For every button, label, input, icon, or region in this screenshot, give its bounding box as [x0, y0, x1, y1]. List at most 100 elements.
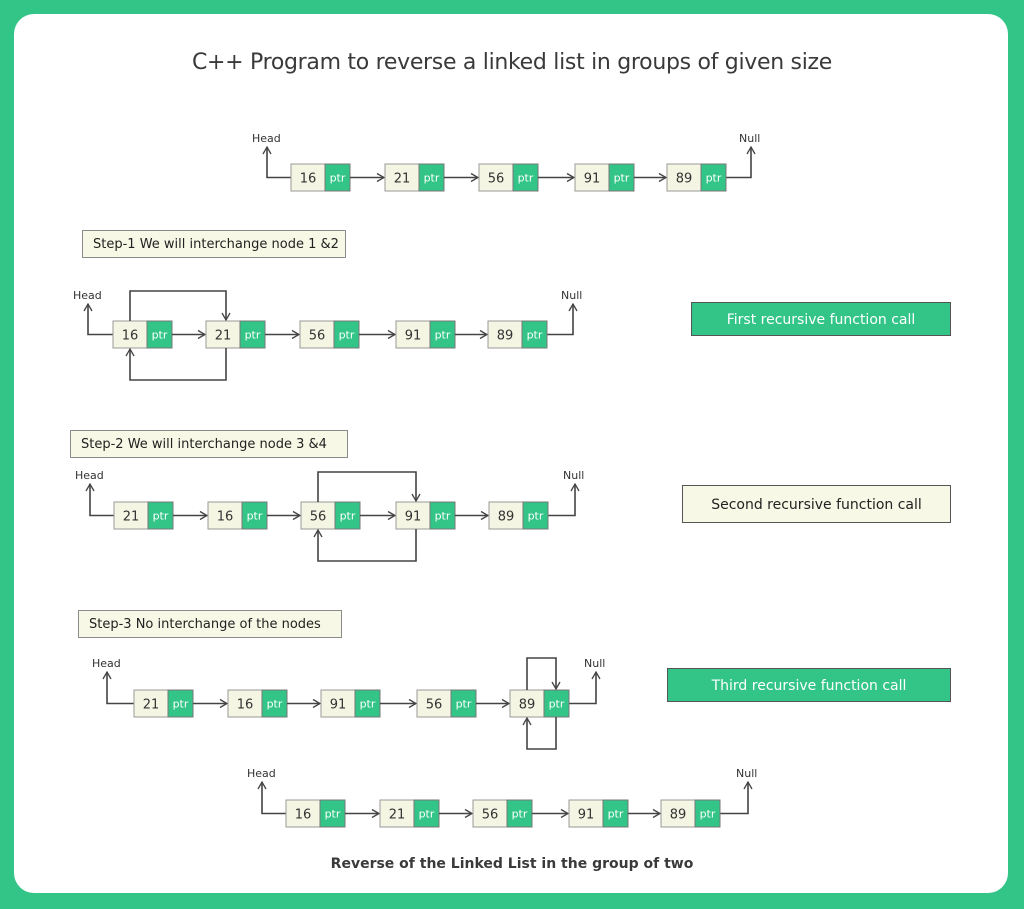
- null-label: Null: [561, 289, 582, 302]
- second-call-box: Second recursive function call: [682, 485, 951, 523]
- list-node: 21 ptr: [379, 799, 440, 828]
- list-node: 89 ptr: [487, 320, 548, 349]
- null-label: Null: [563, 469, 584, 482]
- node-value: 89: [519, 698, 536, 713]
- null-label: Null: [584, 657, 605, 670]
- linked-list-step2: Head Null 21 ptr 16 ptr 56 ptr 91 ptr 89 ptr: [75, 469, 584, 562]
- list-node: 56 ptr: [300, 501, 361, 530]
- list-node: 56 ptr: [416, 689, 477, 718]
- node-ptr-label: ptr: [608, 808, 624, 821]
- node-value: 16: [300, 172, 317, 187]
- node-ptr-label: ptr: [360, 698, 376, 711]
- list-node: 89 ptr: [666, 163, 727, 192]
- node-ptr-label: ptr: [424, 172, 440, 185]
- head-arrow: [257, 780, 286, 815]
- node-ptr-label: ptr: [419, 808, 435, 821]
- head-arrow: [102, 670, 134, 705]
- node-ptr-label: ptr: [614, 172, 630, 185]
- list-node: 91 ptr: [574, 163, 635, 192]
- head-arrow: [85, 482, 114, 517]
- head-label: Head: [92, 657, 121, 670]
- step-3-label: Step-3 No interchange of the nodes: [78, 610, 342, 638]
- node-value: 91: [578, 808, 595, 823]
- self-loop-top: [526, 657, 561, 691]
- node-value: 89: [498, 510, 515, 525]
- node-value: 91: [405, 510, 422, 525]
- list-node: 16 ptr: [285, 799, 346, 828]
- list-node: 91 ptr: [320, 689, 381, 718]
- node-value: 16: [122, 329, 139, 344]
- node-ptr-label: ptr: [435, 510, 451, 523]
- head-label: Head: [73, 289, 102, 302]
- node-value: 56: [309, 329, 326, 344]
- node-ptr-label: ptr: [518, 172, 534, 185]
- null-arrow: [569, 670, 601, 705]
- step-1-label: Step-1 We will interchange node 1 &2: [82, 230, 346, 258]
- list-node: 21 ptr: [113, 501, 174, 530]
- null-arrow: [547, 302, 578, 336]
- list-node: 89 ptr: [488, 501, 549, 530]
- swap-arrow-top: [129, 290, 231, 322]
- step-2-label: Step-2 We will interchange node 3 &4: [70, 430, 348, 458]
- node-ptr-label: ptr: [456, 698, 472, 711]
- list-node: 56 ptr: [478, 163, 539, 192]
- node-ptr-label: ptr: [153, 510, 169, 523]
- node-ptr-label: ptr: [512, 808, 528, 821]
- head-label: Head: [75, 469, 104, 482]
- node-ptr-label: ptr: [549, 698, 565, 711]
- node-ptr-label: ptr: [339, 329, 355, 342]
- list-node: 56 ptr: [299, 320, 360, 349]
- node-value: 89: [497, 329, 514, 344]
- swap-arrow-bottom: [125, 347, 227, 381]
- node-ptr-label: ptr: [152, 329, 168, 342]
- node-ptr-label: ptr: [173, 698, 189, 711]
- node-value: 56: [310, 510, 327, 525]
- node-value: 56: [482, 808, 499, 823]
- head-label: Head: [247, 767, 276, 780]
- third-call-box: Third recursive function call: [667, 668, 951, 702]
- diagram-caption: Reverse of the Linked List in the group …: [330, 856, 694, 872]
- first-call-box: First recursive function call: [691, 302, 951, 336]
- node-value: 89: [676, 172, 693, 187]
- list-node: 21 ptr: [384, 163, 445, 192]
- node-value: 56: [488, 172, 505, 187]
- node-value: 16: [217, 510, 234, 525]
- node-ptr-label: ptr: [330, 172, 346, 185]
- null-arrow: [726, 145, 756, 179]
- list-node: 16 ptr: [112, 320, 173, 349]
- node-ptr-label: ptr: [700, 808, 716, 821]
- list-node: 56 ptr: [472, 799, 533, 828]
- list-node: 16 ptr: [207, 501, 268, 530]
- node-value: 21: [123, 510, 140, 525]
- list-node: 21 ptr: [133, 689, 194, 718]
- node-value: 21: [143, 698, 160, 713]
- node-value: 16: [295, 808, 312, 823]
- node-ptr-label: ptr: [706, 172, 722, 185]
- swap-arrow-top: [317, 471, 421, 503]
- node-ptr-label: ptr: [247, 510, 263, 523]
- node-ptr-label: ptr: [245, 329, 261, 342]
- null-label: Null: [739, 132, 760, 145]
- node-ptr-label: ptr: [325, 808, 341, 821]
- linked-list-step1: Head Null 16 ptr 21 ptr 56 ptr 91 ptr 89 ptr: [73, 289, 582, 381]
- node-value: 21: [394, 172, 411, 187]
- head-label: Head: [252, 132, 281, 145]
- node-ptr-label: ptr: [435, 329, 451, 342]
- list-node: 21 ptr: [205, 320, 266, 349]
- null-arrow: [548, 482, 580, 517]
- node-value: 91: [584, 172, 601, 187]
- list-node: 91 ptr: [568, 799, 629, 828]
- node-ptr-label: ptr: [527, 329, 543, 342]
- list-node: 91 ptr: [395, 320, 456, 349]
- null-label: Null: [736, 767, 757, 780]
- head-arrow: [262, 145, 291, 179]
- list-node: 16 ptr: [227, 689, 288, 718]
- head-arrow: [83, 302, 113, 336]
- node-ptr-label: ptr: [528, 510, 544, 523]
- node-value: 56: [426, 698, 443, 713]
- node-ptr-label: ptr: [267, 698, 283, 711]
- linked-list-initial: Head Null 16 ptr 21 ptr 56 ptr 91 ptr 89 ptr: [252, 132, 760, 192]
- node-value: 21: [215, 329, 232, 344]
- node-value: 21: [389, 808, 406, 823]
- node-value: 91: [405, 329, 422, 344]
